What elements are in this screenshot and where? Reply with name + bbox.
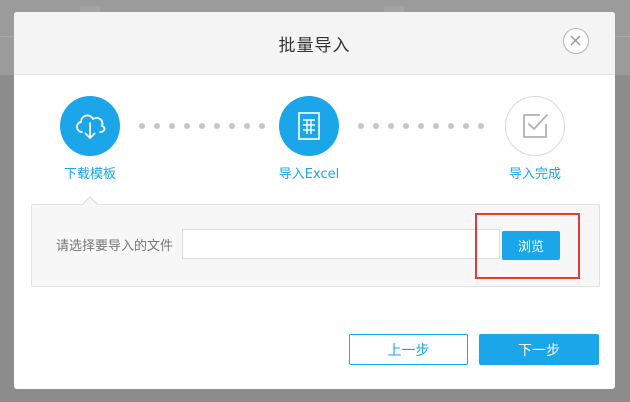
close-circle-icon — [570, 35, 581, 46]
batch-import-dialog: 批量导入 下载模板 导入Excel 导入完成 请选择要导入的文件 浏览 上一步 … — [14, 12, 615, 389]
step-1-circle — [60, 96, 120, 156]
step-2-circle — [279, 96, 339, 156]
cloud-download-icon — [76, 114, 106, 139]
step-connector-1 — [139, 123, 269, 129]
close-button[interactable] — [563, 28, 589, 54]
step-connector-2 — [358, 123, 488, 129]
excel-file-icon — [298, 112, 320, 140]
step-2-label: 导入Excel — [278, 167, 340, 182]
step-3-circle — [505, 96, 565, 156]
panel-pointer-fill — [82, 198, 98, 206]
next-step-button[interactable]: 下一步 — [479, 334, 599, 365]
highlight-annotation — [475, 213, 580, 279]
step-3-label: 导入完成 — [508, 167, 561, 182]
file-select-label: 请选择要导入的文件 — [56, 239, 174, 254]
previous-step-button[interactable]: 上一步 — [349, 334, 468, 365]
step-1-label: 下载模板 — [63, 167, 116, 182]
checkbox-icon — [523, 114, 548, 138]
dialog-title: 批量导入 — [278, 36, 351, 56]
dialog-header: 批量导入 — [14, 12, 615, 75]
file-path-input[interactable] — [182, 229, 500, 259]
